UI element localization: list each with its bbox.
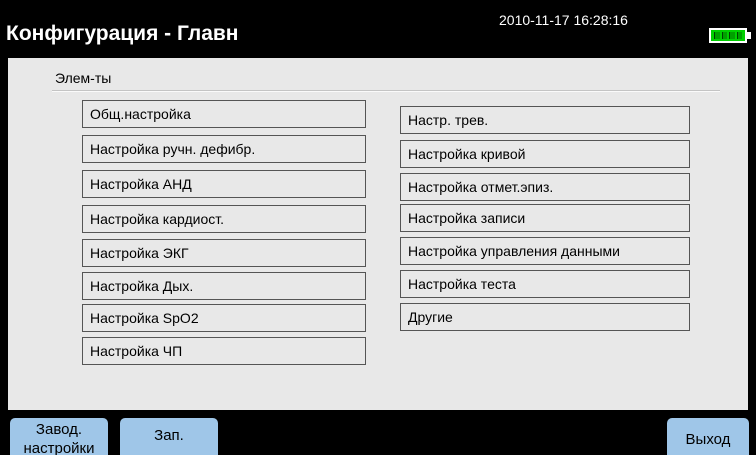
section-label: Элем-ты — [55, 70, 112, 86]
section-divider — [52, 90, 720, 92]
aed-setup-button[interactable]: Настройка АНД — [82, 170, 366, 198]
factory-defaults-softkey[interactable]: Завод. настройки — [10, 418, 108, 455]
spo2-setup-button[interactable]: Настройка SpO2 — [82, 304, 366, 332]
page-title: Конфигурация - Главн — [6, 22, 239, 45]
data-management-setup-button[interactable]: Настройка управления данными — [400, 237, 690, 265]
other-setup-button[interactable]: Другие — [400, 303, 690, 331]
manual-defib-setup-button[interactable]: Настройка ручн. дефибр. — [82, 135, 366, 163]
hr-setup-button[interactable]: Настройка ЧП — [82, 337, 366, 365]
datetime-display: 2010-11-17 16:28:16 — [499, 12, 628, 28]
battery-icon — [709, 28, 747, 43]
resp-setup-button[interactable]: Настройка Дых. — [82, 272, 366, 300]
ecg-setup-button[interactable]: Настройка ЭКГ — [82, 239, 366, 267]
battery-level — [714, 32, 742, 39]
alarm-setup-button[interactable]: Настр. трев. — [400, 106, 690, 134]
exit-softkey[interactable]: Выход — [667, 418, 749, 455]
factory-defaults-label-line1: Завод. — [35, 421, 83, 438]
save-softkey[interactable]: Зап. — [120, 418, 218, 455]
battery-tip — [747, 32, 751, 39]
pacer-setup-button[interactable]: Настройка кардиост. — [82, 205, 366, 233]
test-setup-button[interactable]: Настройка теста — [400, 270, 690, 298]
factory-defaults-label-line2: настройки — [23, 440, 95, 455]
waveform-setup-button[interactable]: Настройка кривой — [400, 140, 690, 168]
event-mark-setup-button[interactable]: Настройка отмет.эпиз. — [400, 173, 690, 201]
title-bar: Конфигурация - Главн 2010-11-17 16:28:16 — [0, 0, 756, 56]
recorder-setup-button[interactable]: Настройка записи — [400, 204, 690, 232]
general-setup-button[interactable]: Общ.настройка — [82, 100, 366, 128]
config-screen: Конфигурация - Главн 2010-11-17 16:28:16… — [0, 0, 756, 455]
